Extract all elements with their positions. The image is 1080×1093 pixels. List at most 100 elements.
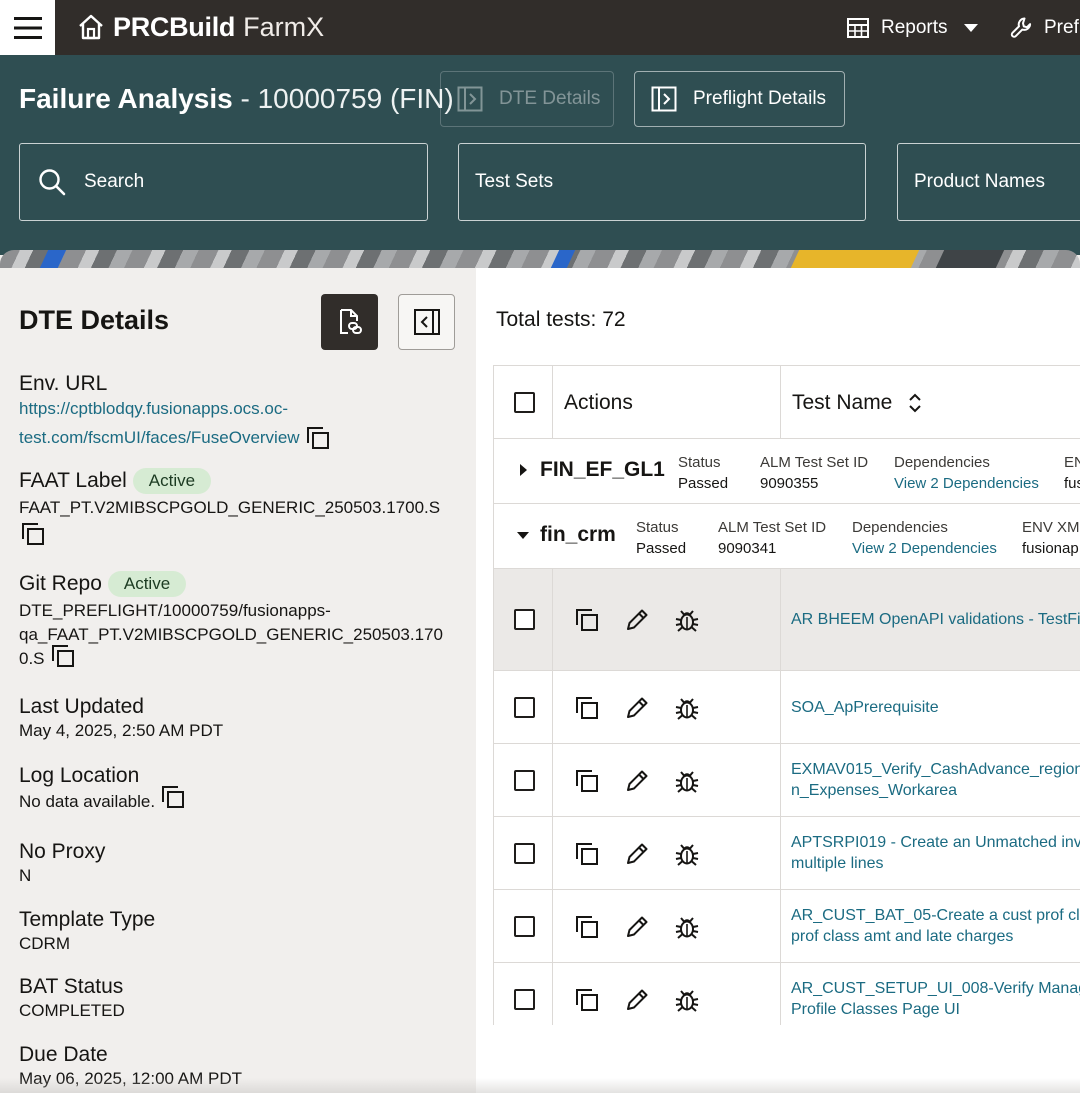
collapse-panel-button[interactable] [398, 294, 455, 350]
row-checkbox[interactable] [514, 843, 535, 864]
panel-expand-icon [457, 86, 483, 112]
git-repo-line1: DTE_PREFLIGHT/10000759/fusionapps- [19, 601, 331, 620]
test-group-row[interactable]: FIN_EF_GL1 Status Passed ALM Test Set ID 9… [494, 439, 1080, 504]
edit-icon[interactable] [624, 695, 650, 721]
group-name: FIN_EF_GL1 [540, 458, 665, 481]
copy-icon[interactable] [306, 426, 330, 450]
table-row[interactable]: APTSRPI019 - Create an Unmatched invoi mu… [494, 817, 1080, 890]
preflight-details-button[interactable]: Preflight Details [634, 71, 845, 127]
template-type-label: Template Type [19, 908, 156, 931]
test-name-line1: AR_CUST_SETUP_UI_008-Verify Manage [791, 980, 1080, 997]
test-group-row[interactable]: fin_crm Status Passed ALM Test Set ID 9090… [494, 504, 1080, 569]
row-checkbox[interactable] [514, 697, 535, 718]
menu-button[interactable] [0, 0, 55, 55]
test-sets-select[interactable]: Test Sets [458, 143, 866, 221]
table-header: Actions Test Name [494, 365, 1080, 440]
test-name-link[interactable]: AR_CUST_SETUP_UI_008-Verify Manage Profil… [791, 978, 1080, 1020]
dte-details-button[interactable]: DTE Details [440, 71, 614, 127]
group-status-value: Passed [636, 540, 687, 557]
group-env-value: fusionap [1022, 540, 1079, 557]
faat-label-field: FAAT Label Active FAAT_PT.V2MIBSCPGOLD_GE… [19, 468, 440, 547]
group-toggle[interactable]: fin_crm [516, 523, 616, 547]
copy-icon[interactable] [574, 607, 600, 633]
copy-icon[interactable] [574, 841, 600, 867]
env-url-link-line1[interactable]: https://cptblodqy.fusionapps.ocs.oc- [19, 394, 330, 423]
edit-icon[interactable] [624, 607, 650, 633]
group-dependencies-label: Dependencies [894, 454, 990, 471]
product-names-select[interactable]: Product Names [897, 143, 1080, 221]
copy-icon[interactable] [21, 522, 45, 546]
row-checkbox[interactable] [514, 609, 535, 630]
git-repo-line2: qa_FAAT_PT.V2MIBSCPGOLD_GENERIC_250503.1… [19, 625, 443, 644]
edit-icon[interactable] [624, 987, 650, 1013]
test-name-link[interactable]: AR BHEEM OpenAPI validations - TestFinA [791, 609, 1080, 630]
table-row[interactable]: AR_CUST_SETUP_UI_008-Verify Manage Profil… [494, 963, 1080, 1025]
panel-expand-icon [651, 86, 677, 112]
panel-title: DTE Details [19, 305, 170, 335]
column-header-test-name-label: Test Name [792, 391, 893, 414]
tests-panel: Total tests: 72 Actions Test Name FIN_EF… [476, 268, 1080, 1093]
caret-right-icon [520, 464, 527, 476]
row-checkbox[interactable] [514, 989, 535, 1010]
table-row[interactable]: AR BHEEM OpenAPI validations - TestFinA [494, 569, 1080, 671]
test-name-link[interactable]: AR_CUST_BAT_05-Create a cust prof class p… [791, 905, 1080, 947]
table-row[interactable]: EXMAV015_Verify_CashAdvance_region_ n_Exp… [494, 744, 1080, 817]
status-badge: Active [132, 468, 212, 494]
test-name-line1: AR_CUST_BAT_05-Create a cust prof class [791, 907, 1080, 924]
product-names-label: Product Names [914, 171, 1045, 192]
brand-subname: FarmX [243, 11, 325, 42]
copy-icon[interactable] [574, 914, 600, 940]
select-all-checkbox[interactable] [514, 392, 535, 413]
faat-label: FAAT Label [19, 469, 127, 492]
search-input[interactable]: Search [19, 143, 428, 221]
edit-icon[interactable] [624, 768, 650, 794]
due-date-label: Due Date [19, 1043, 108, 1066]
last-updated-value: May 4, 2025, 2:50 AM PDT [19, 721, 224, 740]
copy-link-button[interactable] [321, 294, 378, 350]
bug-icon[interactable] [674, 695, 700, 721]
no-proxy-label: No Proxy [19, 840, 106, 863]
top-bar: PRCBuild FarmX Reports Pref [0, 0, 1080, 55]
row-checkbox[interactable] [514, 916, 535, 937]
test-name-link[interactable]: APTSRPI019 - Create an Unmatched invoi mu… [791, 832, 1080, 874]
row-checkbox[interactable] [514, 770, 535, 791]
test-name-link[interactable]: SOA_ApPrerequisite [791, 697, 939, 718]
test-name-link[interactable]: EXMAV015_Verify_CashAdvance_region_ n_Exp… [791, 759, 1080, 801]
app-brand[interactable]: PRCBuild FarmX [78, 12, 324, 42]
table-row[interactable]: AR_CUST_BAT_05-Create a cust prof class p… [494, 890, 1080, 963]
bug-icon[interactable] [674, 768, 700, 794]
test-sets-label: Test Sets [475, 171, 554, 192]
total-tests: Total tests: 72 [496, 308, 626, 331]
reports-menu[interactable]: Reports [847, 14, 978, 42]
column-header-test-name[interactable]: Test Name [792, 391, 922, 415]
template-type-value: CDRM [19, 934, 70, 953]
copy-icon[interactable] [574, 987, 600, 1013]
edit-icon[interactable] [624, 841, 650, 867]
group-toggle[interactable]: FIN_EF_GL1 [516, 458, 665, 482]
bug-icon[interactable] [674, 841, 700, 867]
group-dependencies-label: Dependencies [852, 519, 948, 536]
group-env-label: ENV XM [1022, 519, 1080, 536]
view-dependencies-link[interactable]: View 2 Dependencies [852, 538, 997, 559]
copy-icon[interactable] [51, 644, 75, 668]
test-name-line1: AR BHEEM OpenAPI validations - TestFinA [791, 611, 1080, 628]
view-dependencies-link[interactable]: View 2 Dependencies [894, 473, 1039, 494]
table-row[interactable]: SOA_ApPrerequisite [494, 671, 1080, 744]
bug-icon[interactable] [674, 987, 700, 1013]
group-alm-label: ALM Test Set ID [760, 454, 869, 471]
bug-icon[interactable] [674, 914, 700, 940]
sort-icon[interactable] [908, 392, 922, 414]
bug-icon[interactable] [674, 607, 700, 633]
env-url-link-line2[interactable]: test.com/fscmUI/faces/FuseOverview [19, 423, 300, 452]
edit-icon[interactable] [624, 914, 650, 940]
preferences-menu[interactable]: Pref [1010, 14, 1079, 42]
copy-icon[interactable] [574, 695, 600, 721]
brand-name: PRCBuild [113, 11, 236, 42]
git-repo-line3: 0.S [19, 649, 45, 668]
group-status-label: Status [636, 519, 679, 536]
template-type-field: Template Type CDRM [19, 908, 155, 956]
copy-icon[interactable] [574, 768, 600, 794]
git-repo-label: Git Repo [19, 572, 102, 595]
page-title-id: - 10000759 (FIN) [232, 83, 454, 114]
copy-icon[interactable] [161, 785, 185, 809]
